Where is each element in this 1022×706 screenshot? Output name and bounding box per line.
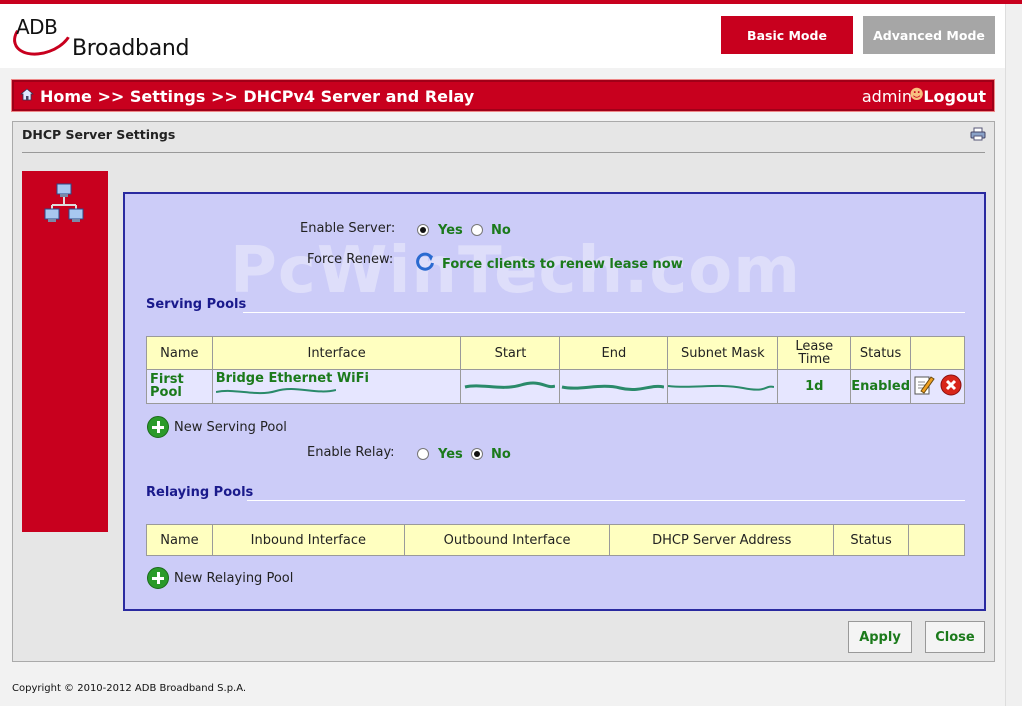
pool-subnet-mask-cell: [667, 369, 779, 404]
username-label: admin: [861, 87, 912, 106]
add-relaying-pool-icon[interactable]: [147, 567, 169, 589]
relaying-pools-divider: [247, 500, 965, 501]
logo-text-adb: ADB: [16, 15, 58, 39]
serving-pools-title: Serving Pools: [146, 297, 247, 312]
enable-server-yes-radio[interactable]: [417, 224, 429, 236]
serving-pools-table: Name Interface Start End Subnet Mask Lea…: [146, 336, 965, 404]
table-row[interactable]: First Pool Bridge Ethernet WiFi 1d Enabl…: [146, 369, 965, 404]
redacted-scribble: [562, 384, 665, 391]
relaying-pools-header-row: Name Inbound Interface Outbound Interfac…: [146, 524, 965, 556]
redacted-scribble: [465, 381, 556, 389]
column-header: Subnet Mask: [667, 336, 779, 370]
enable-relay-no-label[interactable]: No: [491, 447, 511, 462]
pool-actions-cell: [910, 369, 965, 404]
column-header: Name: [146, 336, 213, 370]
delete-icon[interactable]: [940, 374, 962, 396]
settings-panel: DHCP Server Settings PcWinTech.com Enabl…: [12, 121, 995, 662]
header: ADB Broadband Basic Mode Advanced Mode: [0, 4, 1005, 68]
vertical-scrollbar[interactable]: [1005, 4, 1022, 706]
new-serving-pool-link[interactable]: New Serving Pool: [174, 420, 287, 435]
network-icon: [44, 183, 84, 222]
column-header: Start: [460, 336, 561, 370]
enable-relay-no-radio[interactable]: [471, 448, 483, 460]
basic-mode-button[interactable]: Basic Mode: [721, 16, 853, 54]
serving-pools-header-row: Name Interface Start End Subnet Mask Lea…: [146, 336, 965, 370]
serving-pools-divider: [243, 312, 965, 313]
close-button[interactable]: Close: [925, 621, 985, 653]
new-relaying-pool-link[interactable]: New Relaying Pool: [174, 571, 293, 586]
actions-column-header: [910, 336, 965, 370]
column-header: Outbound Interface: [403, 524, 611, 556]
enable-relay-label: Enable Relay:: [307, 445, 395, 460]
column-header: Inbound Interface: [211, 524, 405, 556]
pool-lease-time-cell: 1d: [777, 369, 852, 404]
enable-server-no-radio[interactable]: [471, 224, 483, 236]
nav-bar: Home >> Settings >> DHCPv4 Server and Re…: [11, 79, 995, 112]
pool-interface-text: Bridge Ethernet WiFi: [215, 371, 369, 386]
relaying-pools-table: Name Inbound Interface Outbound Interfac…: [146, 524, 965, 556]
pool-start-cell: [460, 369, 561, 404]
breadcrumb[interactable]: Home >> Settings >> DHCPv4 Server and Re…: [40, 87, 474, 106]
logo-text-broadband: Broadband: [72, 36, 190, 61]
pool-interface-cell: Bridge Ethernet WiFi: [211, 369, 462, 404]
pool-name-cell: First Pool: [146, 369, 213, 404]
edit-icon[interactable]: [913, 374, 936, 396]
column-header: Status: [833, 524, 910, 556]
column-header: Lease Time: [777, 336, 852, 370]
force-renew-label: Force Renew:: [307, 252, 394, 267]
logout-link[interactable]: Logout: [923, 87, 986, 106]
relaying-pools-title: Relaying Pools: [146, 485, 254, 500]
redacted-scribble: [668, 384, 775, 391]
column-header: Name: [146, 524, 213, 556]
refresh-icon[interactable]: [414, 251, 436, 273]
redacted-scribble: [215, 388, 336, 395]
column-header: Status: [850, 336, 911, 370]
apply-button[interactable]: Apply: [848, 621, 912, 653]
force-renew-link[interactable]: Force clients to renew lease now: [442, 257, 683, 272]
add-serving-pool-icon[interactable]: [147, 416, 169, 438]
enable-server-yes-label[interactable]: Yes: [438, 223, 463, 238]
column-header: DHCP Server Address: [609, 524, 835, 556]
print-icon[interactable]: [970, 127, 986, 141]
panel-divider: [22, 152, 985, 153]
advanced-mode-button[interactable]: Advanced Mode: [863, 16, 995, 54]
enable-relay-yes-label[interactable]: Yes: [438, 447, 463, 462]
section-sidebar: [22, 171, 108, 532]
home-icon[interactable]: [20, 88, 34, 101]
enable-server-label: Enable Server:: [300, 221, 396, 236]
adb-logo[interactable]: ADB Broadband: [7, 4, 212, 68]
pool-end-cell: [559, 369, 669, 404]
column-header: End: [559, 336, 669, 370]
dhcp-content-area: PcWinTech.com Enable Server: Yes No Forc…: [123, 192, 986, 611]
copyright-footer: Copyright © 2010-2012 ADB Broadband S.p.…: [12, 683, 247, 694]
enable-relay-yes-radio[interactable]: [417, 448, 429, 460]
pool-status-cell: Enabled: [850, 369, 911, 404]
enable-server-no-label[interactable]: No: [491, 223, 511, 238]
panel-title: DHCP Server Settings: [22, 127, 176, 142]
column-header: Interface: [211, 336, 462, 370]
actions-column-header: [908, 524, 965, 556]
user-icon: ☻: [909, 87, 924, 103]
